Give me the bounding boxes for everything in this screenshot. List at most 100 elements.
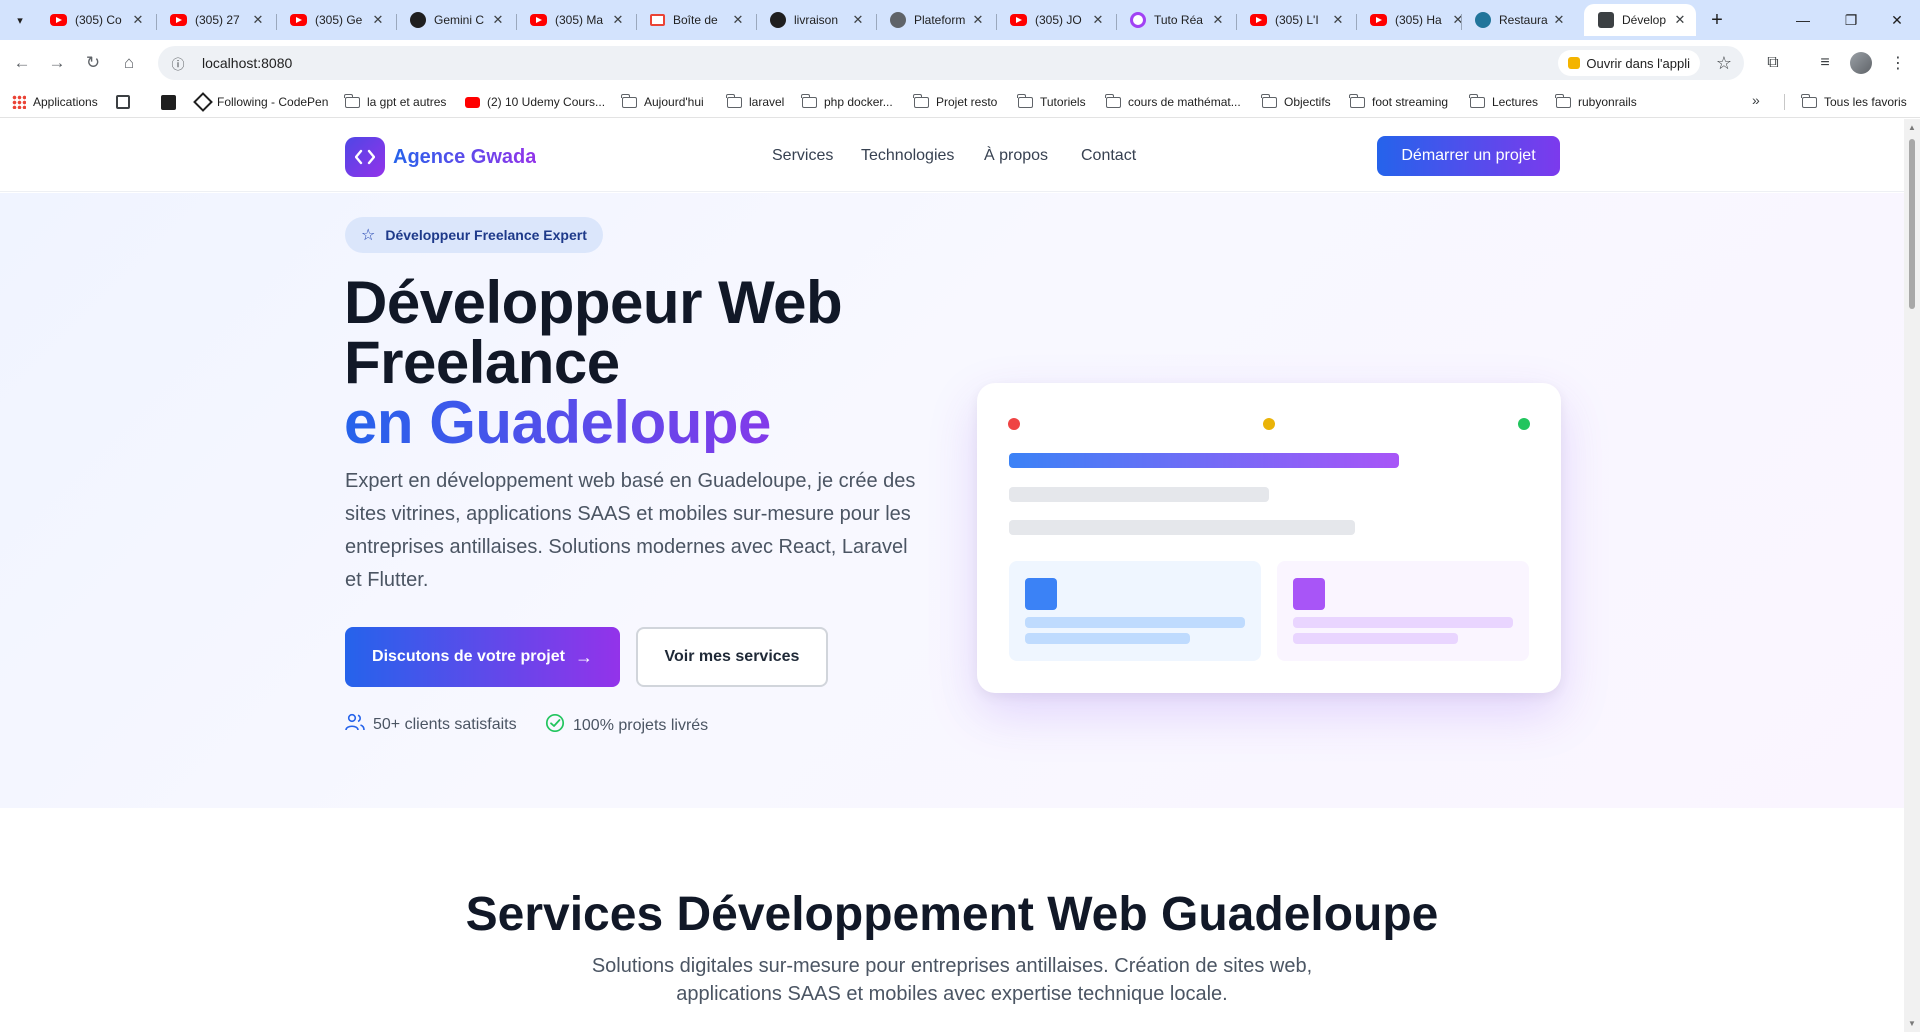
browser-tab[interactable]: livraison ✕ (756, 4, 874, 36)
stat-clients: 50+ clients satisfaits (345, 713, 517, 736)
youtube-icon (465, 96, 480, 108)
close-icon[interactable]: ✕ (370, 12, 386, 28)
placeholder-text-bar (1009, 487, 1269, 502)
browser-tab[interactable]: (305) Co ✕ (36, 4, 154, 36)
bookmark-item[interactable]: Applications (12, 92, 98, 112)
profile-avatar[interactable] (1850, 52, 1872, 74)
stat-projects-label: 100% projets livrés (573, 716, 709, 734)
browser-tab[interactable]: (305) JO ✕ (996, 4, 1114, 36)
browser-tab-active[interactable]: Dévelop ✕ (1584, 4, 1696, 36)
open-in-app-button[interactable]: Ouvrir dans l'appli (1558, 50, 1700, 76)
bookmark-item[interactable]: rubyonrails (1555, 92, 1637, 112)
close-icon[interactable]: ✕ (970, 12, 986, 28)
bookmark-item[interactable]: foot streaming (1349, 92, 1448, 112)
bookmark-item[interactable]: Tutoriels (1017, 92, 1086, 112)
placeholder-card-purple (1277, 561, 1529, 661)
close-window-button[interactable]: ✕ (1874, 8, 1920, 32)
browser-tab[interactable]: (305) Ge ✕ (276, 4, 394, 36)
maximize-button[interactable]: ❐ (1828, 8, 1874, 32)
scroll-up-icon[interactable]: ▲ (1908, 123, 1916, 132)
bookmark-item[interactable]: Objectifs (1261, 92, 1331, 112)
tab-title: (305) 27 (195, 13, 240, 27)
see-services-button[interactable]: Voir mes services (636, 627, 828, 687)
back-icon[interactable]: ← (8, 49, 36, 77)
youtube-icon (290, 14, 307, 26)
bookmark-item[interactable]: laravel (726, 92, 784, 112)
bookmarks-overflow-icon[interactable]: » (1752, 92, 1760, 108)
bookmark-item[interactable] (116, 92, 137, 112)
browser-tab[interactable]: Plateform ✕ (876, 4, 994, 36)
browser-tab[interactable]: (305) 27 ✕ (156, 4, 274, 36)
codepen-icon (193, 92, 213, 112)
bookmark-item[interactable]: php docker... (801, 92, 893, 112)
start-project-button[interactable]: Démarrer un projet (1377, 136, 1560, 176)
minimize-button[interactable]: — (1780, 8, 1826, 32)
window-dot-green (1518, 418, 1530, 430)
browser-tab[interactable]: (305) Ha ✕ (1356, 4, 1474, 36)
browser-tab[interactable]: Tuto Réa ✕ (1116, 4, 1234, 36)
extensions-icon[interactable]: ⧉ (1759, 49, 1787, 77)
tab-search-button[interactable]: ▾ (8, 8, 32, 32)
bookmark-item[interactable]: Projet resto (913, 92, 997, 112)
close-icon[interactable]: ✕ (1210, 12, 1226, 28)
arrow-right-icon: → (574, 646, 593, 667)
hero-title-highlight: en Guadeloupe (344, 393, 842, 453)
url-text[interactable]: localhost:8080 (202, 55, 1558, 71)
nav-services[interactable]: Services (772, 147, 833, 165)
bookmark-star-icon[interactable]: ☆ (1710, 53, 1738, 74)
logo-code-icon[interactable] (345, 137, 385, 177)
scrollbar-thumb[interactable] (1909, 139, 1915, 309)
all-bookmarks[interactable]: Tous les favoris (1801, 92, 1907, 112)
wordpress-icon (1475, 12, 1491, 28)
close-icon[interactable]: ✕ (850, 12, 866, 28)
close-icon[interactable]: ✕ (1330, 12, 1346, 28)
close-icon[interactable]: ✕ (490, 12, 506, 28)
discuss-project-button[interactable]: Discutons de votre projet → (345, 627, 620, 687)
browser-tab[interactable]: (305) L'I ✕ (1236, 4, 1354, 36)
bookmark-item[interactable]: la gpt et autres (344, 92, 446, 112)
tab-title: (305) Ge (315, 13, 363, 27)
folder-icon (344, 93, 360, 108)
bookmark-item[interactable]: Following - CodePen (193, 92, 328, 112)
menu-icon[interactable]: ⋮ (1884, 49, 1912, 77)
placeholder-line (1025, 617, 1245, 628)
placeholder-text-bar (1009, 520, 1355, 535)
page-scrollbar[interactable]: ▲ ▼ (1904, 119, 1920, 1032)
apps-icon (12, 95, 26, 109)
gemini-icon (410, 12, 426, 28)
open-in-app-label: Ouvrir dans l'appli (1586, 55, 1690, 71)
divider (1784, 94, 1785, 110)
bookmark-item[interactable]: Aujourd'hui (621, 92, 704, 112)
nav-a-propos[interactable]: À propos (984, 147, 1048, 165)
new-tab-button[interactable]: + (1705, 8, 1729, 32)
hero-title-line-1: Développeur Web (344, 269, 843, 336)
nav-technologies[interactable]: Technologies (861, 147, 954, 165)
media-control-icon[interactable]: ≡ (1811, 49, 1839, 77)
close-icon[interactable]: ✕ (130, 12, 146, 28)
site-info-icon[interactable]: ⓘ (164, 49, 192, 77)
reload-icon[interactable]: ↻ (79, 49, 107, 77)
bookmark-item[interactable]: (2) 10 Udemy Cours... (465, 92, 605, 112)
bookmark-item[interactable] (161, 92, 183, 112)
browser-tab[interactable]: Gemini C ✕ (396, 4, 514, 36)
placeholder-line (1293, 617, 1513, 628)
placeholder-line (1025, 633, 1190, 644)
close-icon[interactable]: ✕ (730, 12, 746, 28)
home-icon[interactable]: ⌂ (115, 49, 143, 77)
hero-section: ☆ Développeur Freelance Expert Développe… (0, 193, 1904, 808)
bookmark-item[interactable]: cours de mathémat... (1105, 92, 1241, 112)
nav-contact[interactable]: Contact (1081, 147, 1136, 165)
close-icon[interactable]: ✕ (1551, 12, 1567, 28)
forward-icon[interactable]: → (43, 49, 71, 77)
address-bar[interactable]: ⓘ localhost:8080 Ouvrir dans l'appli ☆ (158, 46, 1744, 80)
browser-tab[interactable]: Restaura ✕ (1461, 4, 1575, 36)
close-icon[interactable]: ✕ (610, 12, 626, 28)
browser-tab[interactable]: Boîte de ✕ (636, 4, 754, 36)
close-icon[interactable]: ✕ (1672, 12, 1688, 28)
bookmark-item[interactable]: Lectures (1469, 92, 1538, 112)
close-icon[interactable]: ✕ (1090, 12, 1106, 28)
scroll-down-icon[interactable]: ▼ (1908, 1019, 1916, 1028)
close-icon[interactable]: ✕ (250, 12, 266, 28)
logo-text[interactable]: Agence Gwada (393, 146, 536, 169)
browser-tab[interactable]: (305) Ma ✕ (516, 4, 634, 36)
